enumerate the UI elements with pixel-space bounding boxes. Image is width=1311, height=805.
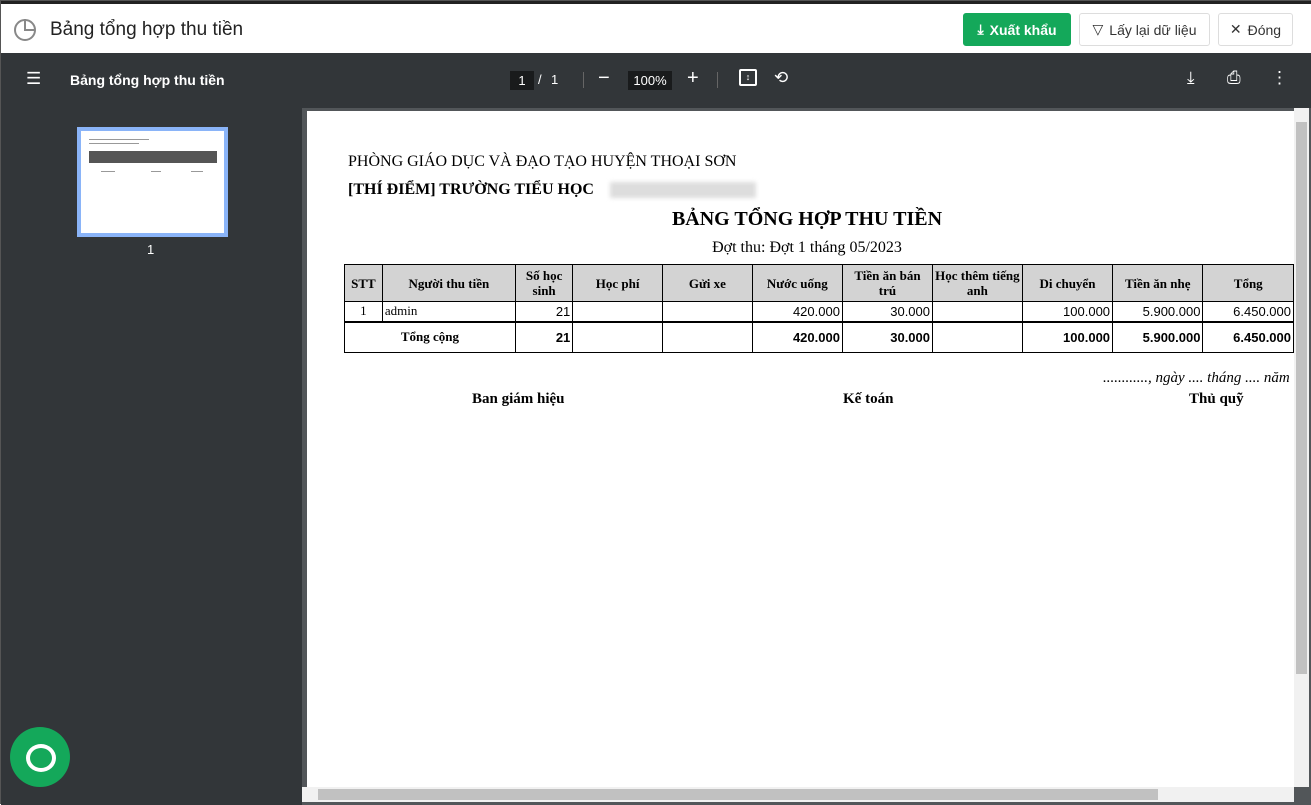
column-header: Tiền ăn bán trú [841,264,934,302]
export-icon: ⤓ [977,21,984,37]
download-icon[interactable]: ⤓ [1187,68,1195,88]
signer-board: Ban giám hiệu [472,391,565,407]
column-header: Học phí [572,264,664,302]
rotate-icon[interactable]: ⟲ [774,68,788,88]
page-title: Bảng tổng hợp thu tiền [50,19,244,40]
table-cell [662,301,753,322]
app-header: Bảng tổng hợp thu tiền ⤓ Xuất khẩu ▽ Lấy l… [1,1,1311,53]
total-cell: 6.450.000 [1202,320,1294,353]
table-cell: 100.000 [1021,301,1114,322]
column-header: STT [344,264,383,302]
total-cell: 100.000 [1021,320,1114,353]
report-pie-icon [14,19,36,41]
column-header: Di chuyển [1021,264,1114,302]
redacted-school-name [610,182,756,198]
page-separator: / [538,72,542,87]
zoom-in-icon[interactable]: + [687,67,699,90]
table-cell: 21 [514,301,574,322]
table-cell: 6.450.000 [1202,301,1294,322]
vertical-scrollbar[interactable] [1294,108,1309,787]
menu-icon[interactable]: ☰ [26,69,41,89]
page-total: 1 [551,72,559,87]
total-cell: 5.900.000 [1112,320,1204,353]
zoom-input[interactable]: 100% [628,71,672,90]
total-cell [662,320,753,353]
total-cell: 21 [514,320,574,353]
table-cell: 30.000 [841,301,934,322]
table-cell: admin [381,301,516,322]
column-header: Học thêm tiếng anh [932,264,1023,302]
org-name: PHÒNG GIÁO DỤC VÀ ĐẠO TẠO HUYỆN THOẠI SƠ… [348,153,737,170]
page-number-input[interactable]: 1 [510,71,534,90]
close-icon: ✕ [1229,21,1242,37]
total-cell: 30.000 [841,320,934,353]
table-cell: 1 [344,301,383,322]
report-subtitle: Đợt thu: Đợt 1 tháng 05/2023 [712,239,902,256]
summary-table: STT Người thu tiền Số học sinh Học phí Gửi x… [344,264,1294,353]
column-header: Người thu tiền [381,264,516,302]
school-name: [THÍ ĐIỂM] TRƯỜNG TIỂU HỌC [348,181,594,198]
horizontal-scrollbar[interactable] [302,787,1294,802]
pdf-toolbar: ☰ Bảng tổng hợp thu tiền 1 / 1 − 100% + … [1,53,1311,108]
zoom-out-icon[interactable]: − [598,67,610,90]
signer-treasurer: Thủ quỹ [1189,391,1244,407]
column-header: Gửi xe [662,264,753,302]
total-cell [572,320,664,353]
table-cell [932,301,1023,322]
pdf-title: Bảng tổng hợp thu tiền [70,72,225,88]
date-line: ............, ngày .... tháng .... năm [1103,370,1290,386]
signer-accountant: Kế toán [843,391,894,407]
column-header: Tiền ăn nhẹ [1112,264,1204,302]
pdf-page: PHÒNG GIÁO DỤC VÀ ĐẠO TẠO HUYỆN THOẠI SƠ… [307,111,1294,787]
print-icon[interactable]: ⎙ [1227,68,1241,88]
total-cell: 420.000 [751,320,843,353]
total-label: Tổng cộng [344,320,516,353]
page-thumbnail[interactable] [77,127,228,237]
filter-icon: ▽ [1092,21,1104,37]
total-cell [932,320,1023,353]
thumbnail-page-number: 1 [147,242,155,257]
reload-data-button[interactable]: ▽ Lấy lại dữ liệu [1079,13,1210,46]
column-header: Tổng [1202,264,1294,302]
table-cell [572,301,664,322]
close-button[interactable]: ✕ Đóng [1218,13,1293,46]
export-button[interactable]: ⤓ Xuất khẩu [963,13,1071,46]
chat-support-button[interactable] [10,727,70,787]
fit-page-icon[interactable]: ↕ [739,69,757,86]
report-title: BẢNG TỔNG HỢP THU TIỀN [671,208,943,230]
table-cell: 420.000 [751,301,843,322]
column-header: Nước uống [751,264,843,302]
table-cell: 5.900.000 [1112,301,1204,322]
more-options-icon[interactable]: ⋮ [1271,68,1288,88]
column-header: Số học sinh [514,264,574,302]
